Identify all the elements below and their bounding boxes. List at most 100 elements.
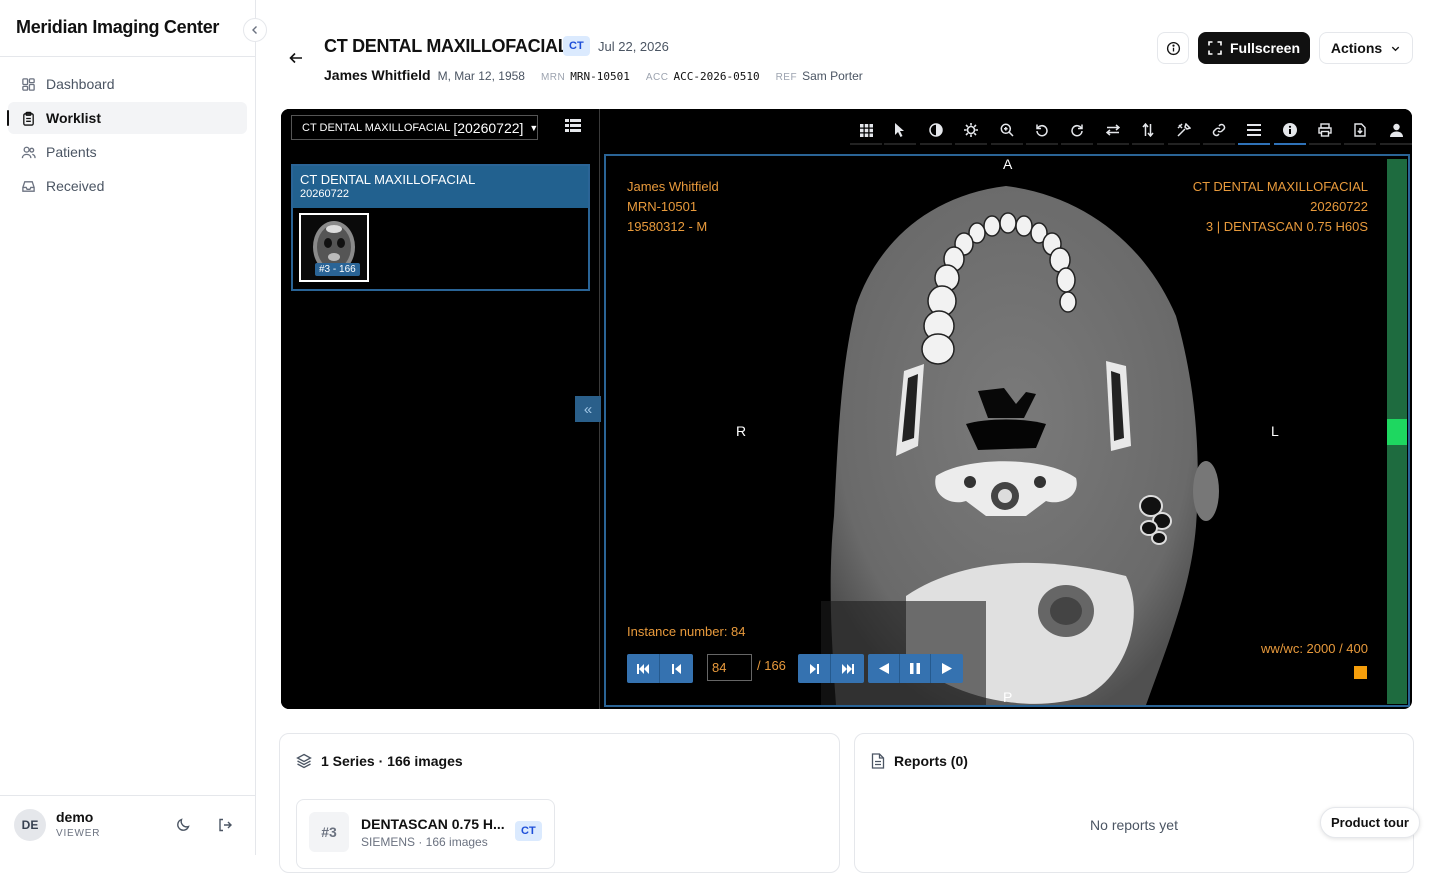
actions-dropdown[interactable]: Actions: [1319, 32, 1413, 64]
series-modality-badge: CT: [515, 821, 542, 841]
sidebar-item-dashboard[interactable]: Dashboard: [8, 68, 247, 100]
pointer-icon[interactable]: [884, 115, 916, 145]
sidebar-item-label: Dashboard: [46, 76, 115, 92]
overlay-top-left: James Whitfield MRN-10501 19580312 - M: [627, 177, 719, 237]
moon-icon: [177, 818, 190, 831]
reports-card-title: Reports (0): [871, 753, 968, 769]
slice-scrollbar-thumb[interactable]: [1387, 419, 1407, 445]
acc-value: ACC-2026-0510: [673, 70, 760, 83]
study-date: Jul 22, 2026: [598, 39, 669, 54]
info-icon[interactable]: [1274, 115, 1306, 145]
play-reverse-icon: [878, 663, 889, 674]
pause-button[interactable]: [900, 654, 931, 683]
tools-icon[interactable]: [1168, 115, 1200, 145]
overlay-dob-sex: 19580312 - M: [627, 219, 708, 234]
sidebar-collapse-button[interactable]: [243, 18, 267, 42]
window-level: ww/wc: 2000 / 400: [1261, 641, 1368, 656]
app-title: Meridian Imaging Center: [16, 17, 220, 37]
frame-total: / 166: [757, 658, 786, 673]
flip-vertical-icon[interactable]: [1132, 115, 1164, 145]
next-frame-button[interactable]: [798, 654, 831, 683]
ref-value: Sam Porter: [802, 69, 863, 83]
prev-frame-button[interactable]: [660, 654, 693, 683]
rotate-left-icon[interactable]: [1026, 115, 1058, 145]
first-frame-button[interactable]: [627, 654, 660, 683]
patient-name: James Whitfield: [324, 67, 431, 83]
contrast-icon[interactable]: [920, 115, 952, 145]
play-button[interactable]: [931, 654, 963, 683]
avatar[interactable]: DE: [14, 809, 46, 841]
document-icon: [871, 753, 885, 769]
user-icon[interactable]: [1380, 115, 1412, 145]
double-chevron-left-icon: «: [583, 400, 593, 418]
info-button[interactable]: [1157, 32, 1189, 64]
overlay-patient-name: James Whitfield: [627, 179, 719, 194]
cine-nav-left: [627, 654, 693, 683]
last-frame-button[interactable]: [831, 654, 864, 683]
viewer-toolbar: [601, 109, 1412, 146]
info-icon: [1166, 41, 1180, 55]
study-card[interactable]: CT DENTAL MAXILLOFACIAL 20260722 #3 - 16…: [291, 164, 590, 291]
study-card-title: CT DENTAL MAXILLOFACIAL: [300, 172, 476, 187]
zoom-icon[interactable]: [991, 115, 1023, 145]
mrn-label: MRN: [540, 72, 566, 83]
inbox-icon: [20, 178, 36, 194]
link-icon[interactable]: [1203, 115, 1235, 145]
logout-icon: [219, 818, 232, 832]
orientation-bottom: P: [1003, 689, 1013, 705]
fullscreen-button[interactable]: Fullscreen: [1198, 32, 1310, 64]
layout-grid-icon[interactable]: [850, 115, 882, 145]
step-back-icon: [671, 663, 681, 674]
download-icon[interactable]: [1344, 115, 1376, 145]
skip-first-icon: [637, 663, 649, 674]
chevron-left-icon: [252, 26, 257, 34]
cine-nav-right: [798, 654, 864, 683]
caret-down-icon: ▼: [529, 122, 539, 133]
series-item[interactable]: #3 DENTASCAN 0.75 H... SIEMENS · 166 ima…: [296, 799, 555, 869]
acc-label: ACC: [645, 72, 669, 83]
sidebar-item-received[interactable]: Received: [8, 170, 247, 202]
series-select[interactable]: CT DENTAL MAXILLOFACIAL [20260722] ▼: [291, 115, 538, 140]
instance-number: Instance number: 84: [627, 624, 746, 639]
sidebar-item-label: Patients: [46, 144, 97, 160]
overlay-study-date: 20260722: [1310, 199, 1368, 214]
dashboard-icon: [20, 76, 36, 92]
status-indicator: [1354, 666, 1367, 679]
dicom-viewer: CT DENTAL MAXILLOFACIAL [20260722] ▼ CT …: [281, 109, 1412, 709]
step-forward-icon: [810, 663, 819, 674]
divider: [0, 795, 256, 796]
thumbnail-label: #3 - 166: [315, 263, 360, 276]
logout-button[interactable]: [215, 815, 235, 835]
clipboard-icon: [20, 110, 36, 126]
overlay-study-desc: CT DENTAL MAXILLOFACIAL: [1192, 179, 1368, 194]
series-select-label: CT DENTAL MAXILLOFACIAL: [302, 121, 451, 134]
reports-card-title-text: Reports (0): [894, 753, 968, 769]
overlay-mrn: MRN-10501: [627, 199, 698, 214]
cine-playback: [868, 654, 963, 683]
theme-toggle-button[interactable]: [173, 815, 193, 835]
print-icon[interactable]: [1309, 115, 1341, 145]
series-thumbnail[interactable]: #3 - 166: [299, 213, 369, 282]
collapse-panel-button[interactable]: «: [575, 396, 601, 422]
frame-number-input[interactable]: [707, 654, 752, 681]
chevron-down-icon: [1391, 46, 1400, 51]
list-view-icon[interactable]: [565, 119, 581, 135]
users-icon: [20, 144, 36, 160]
play-reverse-button[interactable]: [868, 654, 900, 683]
sidebar-item-patients[interactable]: Patients: [8, 136, 247, 168]
menu-icon[interactable]: [1238, 115, 1270, 145]
overlay-top-right: CT DENTAL MAXILLOFACIAL 20260722 3 | DEN…: [1193, 177, 1368, 237]
sidebar-item-label: Worklist: [46, 110, 101, 126]
rotate-right-icon[interactable]: [1061, 115, 1093, 145]
product-tour-button[interactable]: Product tour: [1320, 807, 1420, 838]
flip-horizontal-icon[interactable]: [1097, 115, 1129, 145]
user-role: VIEWER: [56, 828, 101, 839]
settings-icon[interactable]: [955, 115, 987, 145]
sidebar-item-worklist[interactable]: Worklist: [7, 102, 247, 134]
image-viewport[interactable]: James Whitfield MRN-10501 19580312 - M C…: [604, 154, 1410, 707]
patient-demographics: M, Mar 12, 1958: [437, 69, 525, 83]
divider: [0, 56, 256, 57]
series-card-title-text: 1 Series · 166 images: [321, 753, 463, 769]
orientation-right: L: [1271, 423, 1279, 439]
back-button[interactable]: [285, 47, 307, 69]
